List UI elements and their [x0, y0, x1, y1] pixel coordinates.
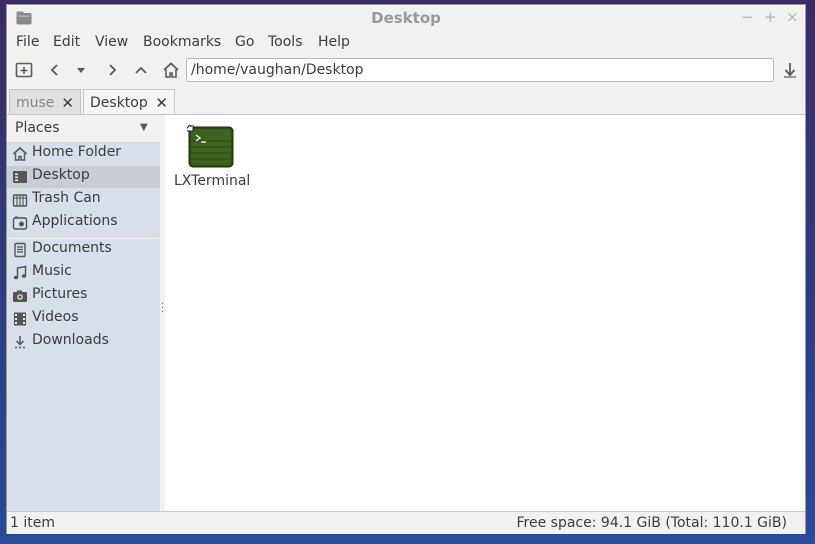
tab-close-button[interactable]: ✕ [61, 94, 74, 112]
status-bar: 1 item Free space: 94.1 GiB (Total: 110.… [7, 511, 805, 534]
chevron-down-icon: ▼ [140, 122, 148, 133]
places-label: Places [15, 120, 60, 136]
menu-go[interactable]: Go [235, 34, 254, 50]
back-button[interactable] [44, 59, 66, 81]
free-space: Free space: 94.1 GiB (Total: 110.1 GiB) [516, 515, 787, 531]
home-icon [163, 62, 179, 78]
pictures-icon [13, 290, 27, 302]
places-selector[interactable]: Places ▼ [7, 115, 160, 143]
sidebar-item-label: Documents [32, 240, 112, 256]
up-button[interactable] [130, 59, 152, 81]
sidebar-item-home-folder[interactable]: Home Folder [7, 143, 160, 165]
go-button[interactable] [779, 59, 801, 81]
sidebar-item-music[interactable]: Music [7, 262, 160, 284]
tab-bar: muse ✕ Desktop ✕ [7, 87, 805, 115]
file-view[interactable]: LXTerminal [165, 115, 805, 511]
music-icon [13, 265, 27, 280]
up-icon [135, 66, 147, 74]
toolbar: /home/vaughan/Desktop [7, 56, 805, 86]
sidebar-item-documents[interactable]: Documents [7, 239, 160, 261]
sidebar-item-downloads[interactable]: Downloads [7, 331, 160, 353]
documents-icon [14, 242, 26, 258]
sidebar-item-label: Music [32, 263, 72, 279]
sidebar-item-label: Pictures [32, 286, 88, 302]
sidebar-item-label: Videos [32, 309, 79, 325]
menu-bookmarks[interactable]: Bookmarks [143, 34, 221, 50]
close-button[interactable]: × [786, 8, 799, 26]
sidebar-item-trash-can[interactable]: Trash Can [7, 189, 160, 211]
desktop-icon [13, 171, 27, 183]
sidebar-item-label: Downloads [32, 332, 109, 348]
file-label: LXTerminal [174, 173, 251, 189]
applications-icon [12, 216, 28, 230]
history-dropdown-icon [77, 68, 85, 73]
sidebar-item-desktop[interactable]: Desktop [7, 166, 160, 188]
forward-button[interactable] [101, 59, 123, 81]
maximize-button[interactable]: + [764, 8, 777, 26]
tab-label: muse [16, 95, 55, 111]
sidebar-item-label: Desktop [32, 167, 90, 183]
tab-label: Desktop [90, 95, 148, 111]
go-icon [784, 63, 796, 78]
history-dropdown-button[interactable] [70, 59, 92, 81]
new-tab-icon [15, 62, 33, 78]
menu-view[interactable]: View [95, 34, 128, 50]
minimize-button[interactable]: − [741, 8, 754, 26]
menu-tools[interactable]: Tools [268, 34, 303, 50]
home-button[interactable] [160, 59, 182, 81]
new-tab-button[interactable] [13, 59, 35, 81]
forward-icon [109, 64, 117, 76]
tab-muse[interactable]: muse ✕ [9, 89, 81, 114]
sidebar-item-applications[interactable]: Applications [7, 212, 160, 234]
trash-icon [12, 194, 28, 207]
downloads-icon [15, 336, 25, 349]
places-sidebar: Places ▼ Home Folder Desktop Trash Can A… [7, 115, 160, 511]
sidebar-item-pictures[interactable]: Pictures [7, 285, 160, 307]
window-title: Desktop [371, 9, 441, 27]
menu-edit[interactable]: Edit [53, 34, 80, 50]
sidebar-item-videos[interactable]: Videos [7, 308, 160, 330]
file-manager-window: Desktop − + × File Edit View Bookmarks G… [6, 4, 806, 534]
menu-help[interactable]: Help [318, 34, 350, 50]
home-icon [12, 146, 28, 161]
item-count: 1 item [10, 515, 55, 531]
terminal-icon [187, 125, 234, 168]
title-bar[interactable]: Desktop − + × [7, 5, 805, 31]
tab-close-button[interactable]: ✕ [155, 94, 168, 112]
menu-bar: File Edit View Bookmarks Go Tools Help [7, 32, 805, 54]
splitter-grip-icon: · · · [161, 299, 165, 318]
sidebar-item-label: Trash Can [32, 190, 101, 206]
sidebar-item-label: Applications [32, 213, 118, 229]
shortcut-arrow-icon [187, 125, 194, 132]
videos-icon [14, 312, 26, 326]
back-icon [50, 64, 58, 76]
sidebar-item-label: Home Folder [32, 144, 122, 160]
menu-file[interactable]: File [16, 34, 39, 50]
tab-desktop[interactable]: Desktop ✕ [83, 89, 175, 114]
address-bar[interactable]: /home/vaughan/Desktop [186, 58, 774, 82]
